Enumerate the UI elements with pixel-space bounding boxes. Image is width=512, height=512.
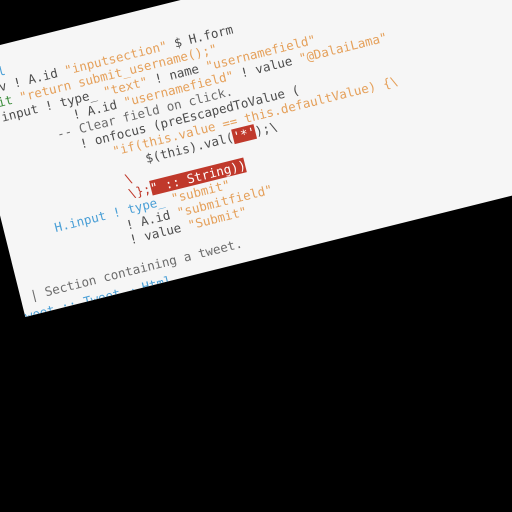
code-editor-panel: Html H.div ! A.id "inputsection" $ H.form…: [0, 0, 512, 317]
code-line: H.div ! A.id "tweet" $ viewTweet tweet': [45, 263, 334, 317]
code-token: "tweet": [140, 298, 195, 317]
code-token: $: [314, 248, 333, 267]
code-token: $ viewTweet tweet': [191, 263, 334, 313]
code-area[interactable]: Html H.div ! A.id "inputsection" $ H.form…: [0, 0, 512, 317]
code-token: "tweetsection": [212, 252, 318, 293]
code-token: H.div ! A.id: [45, 311, 144, 317]
